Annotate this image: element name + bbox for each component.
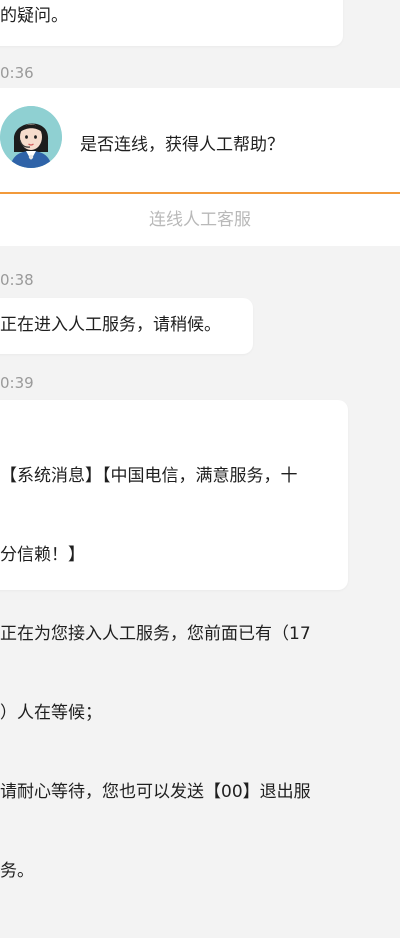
connect-agent-card: 是否连线，获得人工帮助？ 连线人工客服 bbox=[0, 88, 400, 246]
agent-avatar bbox=[0, 106, 62, 168]
connect-question: 是否连线，获得人工帮助？ bbox=[80, 135, 284, 155]
message-bubble-system: 【系统消息】【中国电信，满意服务，十 分信赖！】 正在为您接入人工服务，您前面已… bbox=[0, 400, 348, 881]
message-line: 正在为您接入人工服务，您前面已有（17 bbox=[0, 624, 311, 644]
connect-agent-button[interactable]: 连线人工客服 bbox=[0, 194, 400, 246]
timestamp: 0:36 bbox=[0, 64, 34, 82]
message-bubble-system: 正在进入人工服务，请稍候。 bbox=[0, 298, 253, 354]
message-line: 分信赖！】 bbox=[0, 545, 85, 565]
message-text: 的疑问。 bbox=[0, 6, 68, 26]
message-text: 正在进入人工服务，请稍候。 bbox=[0, 315, 221, 335]
timestamp: 0:38 bbox=[0, 271, 34, 289]
message-line: ）人在等候； bbox=[0, 703, 102, 723]
message-line: 请耐心等待，您也可以发送【00】退出服 bbox=[0, 782, 311, 802]
agent-avatar-icon bbox=[0, 106, 62, 168]
message-line: 务。 bbox=[0, 861, 34, 881]
timestamp: 0:39 bbox=[0, 374, 34, 392]
message-line: 【系统消息】【中国电信，满意服务，十 bbox=[0, 466, 298, 486]
message-bubble-system: 的疑问。 bbox=[0, 0, 343, 46]
message-text: 【系统消息】【中国电信，满意服务，十 分信赖！】 正在为您接入人工服务，您前面已… bbox=[0, 414, 340, 938]
